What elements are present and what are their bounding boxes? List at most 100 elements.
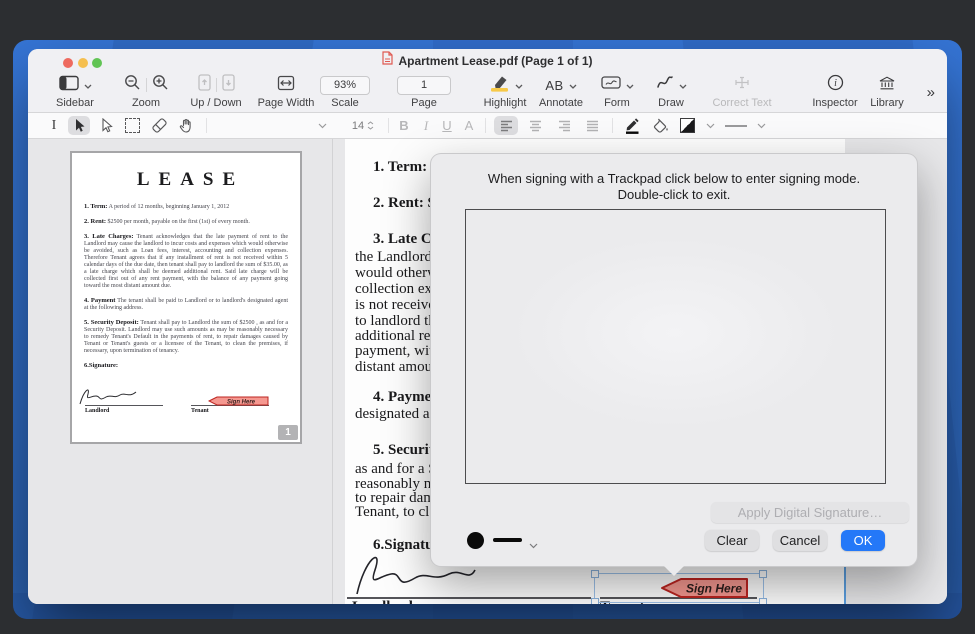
library-button[interactable]: Library [857,74,917,109]
annotate-button[interactable]: AB Annotate [528,74,594,109]
opacity-button[interactable] [677,116,697,135]
paint-bucket-icon [652,118,669,134]
thumbnail-sign-here-flag: Sign Here [208,396,270,406]
selection-handle[interactable] [759,570,767,578]
select-tool-button[interactable] [68,116,90,135]
dialog-instruction-line2: Double-click to exit. [431,187,917,202]
draw-button[interactable]: Draw [644,74,698,109]
cancel-button[interactable]: Cancel [773,530,827,551]
pdf-file-icon [382,51,393,70]
bold-button[interactable]: B [396,116,412,135]
marquee-select-button[interactable] [122,116,142,135]
select-annotation-tool-button[interactable] [95,116,117,135]
dialog-instruction-line1: When signing with a Trackpad click below… [431,171,917,186]
signature-drawing-canvas[interactable] [465,209,886,484]
page-number-control: 1 Page [394,74,454,109]
thumbnail-page-number-badge: 1 [278,425,298,440]
chevron-down-icon [84,76,92,94]
opacity-swatch-icon [680,118,695,133]
inspector-button[interactable]: i Inspector [805,74,865,109]
stroke-width-dropdown[interactable] [754,116,768,135]
thumbnail-lease-item: 2. Rent: $2500 per month, payable on the… [84,218,288,226]
thumbnail-lease-item: 4. Payment The tenant shall be paid to L… [84,297,288,312]
thumbnail-body-text: 1. Term: A period of 12 months, beginnin… [84,203,288,370]
trackpad-signature-dialog: When signing with a Trackpad click below… [430,153,918,567]
align-justify-button[interactable] [580,116,604,135]
page-thumbnail[interactable]: LEASE 1. Term: A period of 12 months, be… [70,151,302,444]
title-bar: Apartment Lease.pdf (Page 1 of 1) [28,49,947,72]
thumbnail-lease-item: 6.Signature: [84,362,288,370]
font-size-value: 14 [352,120,364,132]
hand-tool-button[interactable] [175,116,197,135]
desktop-wallpaper: Apartment Lease.pdf (Page 1 of 1) Sideba… [13,40,962,619]
scale-control: 93% Scale [315,74,375,109]
align-center-button[interactable] [523,116,547,135]
thumbnail-lease-title: LEASE [93,169,288,191]
svg-text:Sign Here: Sign Here [227,399,256,405]
chevron-down-icon[interactable] [529,536,538,554]
sign-here-flag[interactable]: Sign Here [660,576,752,600]
chevron-down-icon [757,123,766,129]
page-width-button[interactable]: Page Width [250,74,322,109]
selection-handle[interactable] [591,598,599,604]
sidebar-button[interactable]: Sidebar [40,74,110,109]
underline-button[interactable]: U [439,116,455,135]
hand-icon [178,118,194,134]
format-bar: I [28,113,947,139]
ibeam-icon: I [52,118,57,134]
font-size-stepper[interactable]: 14 [346,116,380,135]
align-left-button[interactable] [494,116,518,135]
zoom-in-button[interactable] [152,74,169,96]
stroke-width-preview[interactable] [724,116,748,135]
thumbnail-lease-item: 1. Term: A period of 12 months, beginnin… [84,203,288,211]
align-right-icon [558,120,571,132]
align-right-button[interactable] [552,116,576,135]
chevron-down-icon [318,123,327,129]
ink-color-swatch[interactable] [467,532,484,549]
scale-value-field[interactable]: 93% [320,76,370,95]
line-icon [725,125,747,127]
window-title: Apartment Lease.pdf (Page 1 of 1) [398,54,592,68]
thumbnail-tenant-label: Tenant [191,408,209,414]
page-down-button[interactable] [222,74,235,96]
draw-squiggle-icon [656,75,674,95]
chevron-down-icon[interactable] [679,76,687,94]
eraser-tool-button[interactable] [148,116,170,135]
page-number-field[interactable]: 1 [397,76,451,95]
screenshot-frame: Apartment Lease.pdf (Page 1 of 1) Sideba… [0,0,975,634]
chevron-down-icon[interactable] [569,76,577,94]
chevron-down-icon[interactable] [626,76,634,94]
page-width-icon [277,75,295,96]
zoom-out-button[interactable] [124,74,141,96]
app-window: Apartment Lease.pdf (Page 1 of 1) Sideba… [28,49,947,604]
cursor-arrow-outline-icon [99,118,113,133]
selection-handle[interactable] [759,598,767,604]
font-color-button[interactable]: A [461,116,477,135]
clear-button[interactable]: Clear [705,530,759,551]
sidebar-panel-icon [59,75,79,96]
align-center-icon [529,120,542,132]
chevron-down-icon [706,123,715,129]
annotate-ab-icon: AB [545,78,563,93]
divider [216,78,217,92]
toolbar-overflow-button[interactable]: » [927,84,933,101]
opacity-dropdown[interactable] [703,116,717,135]
thumbnail-lease-item: 3. Late Charges: Tenant acknowledges tha… [84,233,288,290]
ok-button[interactable]: OK [841,530,885,551]
main-toolbar: Sidebar Zoom Up / Do [28,72,947,113]
thumbnail-landlord-line [85,405,163,406]
page-up-button[interactable] [198,74,211,96]
stroke-color-button[interactable] [622,116,642,135]
divider [146,78,147,92]
correct-text-button: Correct Text [705,74,779,109]
stroke-thickness-preview[interactable] [493,538,522,542]
font-family-dropdown[interactable] [314,116,330,135]
align-justify-icon [586,120,599,132]
fill-color-button[interactable] [649,116,671,135]
form-field-icon [601,75,621,95]
form-button[interactable]: Form [587,74,647,109]
text-tool-button[interactable]: I [46,116,62,135]
selection-handle[interactable] [591,570,599,578]
italic-button[interactable]: I [418,116,434,135]
chevron-down-icon[interactable] [515,76,523,94]
